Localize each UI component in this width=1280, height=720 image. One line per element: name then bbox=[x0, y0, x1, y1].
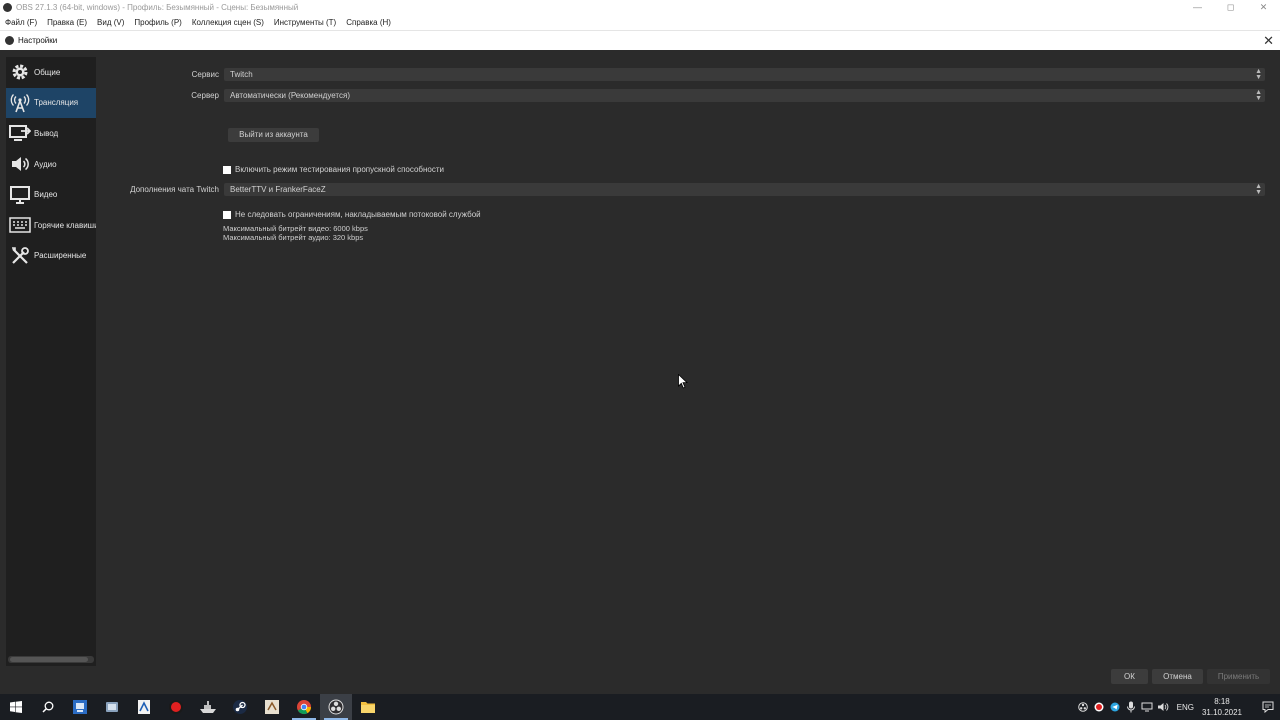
sidebar-item-output[interactable]: Вывод bbox=[6, 118, 96, 149]
gear-icon bbox=[9, 61, 31, 83]
checkbox-box[interactable] bbox=[223, 165, 231, 174]
chevron-updown-icon: ▲ ▼ bbox=[1255, 183, 1262, 196]
bandwidth-test-label: Включить режим тестирования пропускной с… bbox=[235, 165, 444, 174]
apply-button[interactable]: Применить bbox=[1207, 669, 1270, 684]
max-audio-bitrate: Максимальный битрейт аудио: 320 kbps bbox=[223, 233, 364, 242]
close-dialog-icon[interactable]: ✕ bbox=[1263, 33, 1274, 49]
sidebar-item-stream[interactable]: Трансляция bbox=[6, 87, 96, 119]
menu-profile[interactable]: Профиль (P) bbox=[134, 18, 181, 27]
folder-icon[interactable] bbox=[352, 694, 384, 720]
maximize-icon[interactable]: ◻ bbox=[1214, 0, 1247, 15]
ok-button[interactable]: ОК bbox=[1111, 669, 1148, 684]
menu-file[interactable]: Файл (F) bbox=[5, 18, 37, 27]
sidebar-scrollbar-thumb[interactable] bbox=[10, 657, 88, 662]
minimize-icon[interactable]: — bbox=[1181, 0, 1214, 15]
obs-tray-icon[interactable] bbox=[1075, 694, 1091, 720]
sidebar-item-label: Трансляция bbox=[34, 98, 79, 108]
sidebar-item-label: Видео bbox=[34, 190, 58, 200]
chat-addons-label: Дополнения чата Twitch bbox=[130, 185, 219, 194]
service-select-value: Twitch bbox=[230, 70, 253, 79]
speaker-icon bbox=[9, 153, 31, 175]
cancel-button[interactable]: Отмена bbox=[1152, 669, 1203, 684]
chevron-updown-icon: ▲ ▼ bbox=[1255, 89, 1262, 102]
obs-dialog-icon bbox=[5, 36, 14, 45]
sidebar-item-advanced[interactable]: Расширенные bbox=[6, 241, 96, 272]
max-video-bitrate: Максимальный битрейт видео: 6000 kbps bbox=[223, 224, 368, 233]
sidebar-item-hotkeys[interactable]: Горячие клавиши bbox=[6, 210, 96, 241]
monitor-icon bbox=[9, 184, 31, 206]
sidebar-item-label: Общие bbox=[34, 67, 61, 77]
sidebar-item-audio[interactable]: Аудио bbox=[6, 149, 96, 180]
volume-icon[interactable] bbox=[1155, 694, 1171, 720]
ship-icon[interactable] bbox=[192, 694, 224, 720]
sidebar-item-label: Аудио bbox=[34, 159, 57, 169]
chevron-updown-icon: ▲ ▼ bbox=[1255, 68, 1262, 81]
window-controls: — ◻ ✕ bbox=[1181, 0, 1280, 15]
sidebar-scrollbar[interactable] bbox=[8, 656, 94, 663]
sidebar-item-label: Расширенные bbox=[34, 251, 87, 261]
record-tray-icon[interactable] bbox=[1091, 694, 1107, 720]
ignore-limits-label: Не следовать ограничениям, накладываемым… bbox=[235, 210, 481, 219]
close-window-icon[interactable]: ✕ bbox=[1247, 0, 1280, 15]
tools-icon bbox=[9, 245, 31, 267]
app-icon-4[interactable] bbox=[256, 694, 288, 720]
bitrate-info: Максимальный битрейт видео: 6000 kbps Ма… bbox=[223, 224, 368, 242]
chat-addons-select[interactable]: BetterTTV и FrankerFaceZ ▲ ▼ bbox=[224, 183, 1265, 196]
sidebar-item-label: Горячие клавиши bbox=[34, 220, 96, 230]
menu-bar: Файл (F) Правка (E) Вид (V) Профиль (P) … bbox=[0, 15, 1280, 30]
service-label: Сервис bbox=[191, 70, 219, 79]
settings-sidebar: Общие Трансляция Вывод Аудио Видео Горяч… bbox=[6, 57, 96, 666]
search-icon[interactable] bbox=[32, 694, 64, 720]
system-tray: ENG 8:18 31.10.2021 bbox=[1075, 694, 1280, 720]
sidebar-item-video[interactable]: Видео bbox=[6, 179, 96, 210]
start-icon[interactable] bbox=[0, 694, 32, 720]
steam-icon[interactable] bbox=[224, 694, 256, 720]
menu-tools[interactable]: Инструменты (T) bbox=[274, 18, 336, 27]
checkbox-box[interactable] bbox=[223, 210, 231, 219]
obs-icon[interactable] bbox=[320, 694, 352, 720]
record-icon[interactable] bbox=[160, 694, 192, 720]
service-select[interactable]: Twitch ▲ ▼ bbox=[224, 68, 1265, 81]
window-title: OBS 27.1.3 (64-bit, windows) - Профиль: … bbox=[16, 3, 299, 12]
sidebar-item-general[interactable]: Общие bbox=[6, 57, 96, 88]
server-select-value: Автоматически (Рекомендуется) bbox=[230, 91, 350, 100]
server-label: Сервер bbox=[191, 91, 219, 100]
notification-icon[interactable] bbox=[1256, 694, 1280, 720]
app-icon-2[interactable] bbox=[96, 694, 128, 720]
menu-scene-collection[interactable]: Коллекция сцен (S) bbox=[192, 18, 264, 27]
clock-time: 8:18 bbox=[1214, 697, 1230, 706]
taskbar-clock[interactable]: 8:18 31.10.2021 bbox=[1202, 696, 1242, 718]
bandwidth-test-checkbox[interactable]: Включить режим тестирования пропускной с… bbox=[223, 165, 444, 174]
windows-taskbar: ENG 8:18 31.10.2021 bbox=[0, 694, 1280, 720]
app-icon-3[interactable] bbox=[128, 694, 160, 720]
keyboard-icon bbox=[9, 214, 31, 236]
obs-app-icon bbox=[3, 3, 12, 12]
broadcast-tower-icon bbox=[9, 92, 31, 114]
sidebar-item-label: Вывод bbox=[34, 128, 59, 138]
server-select[interactable]: Автоматически (Рекомендуется) ▲ ▼ bbox=[224, 89, 1265, 102]
menu-help[interactable]: Справка (H) bbox=[346, 18, 391, 27]
language-indicator[interactable]: ENG bbox=[1177, 703, 1194, 712]
dialog-title: Настройки bbox=[18, 36, 58, 45]
chat-addons-select-value: BetterTTV и FrankerFaceZ bbox=[230, 185, 326, 194]
ignore-limits-checkbox[interactable]: Не следовать ограничениям, накладываемым… bbox=[223, 210, 481, 219]
network-icon[interactable] bbox=[1139, 694, 1155, 720]
settings-dialog-titlebar: Настройки ✕ bbox=[0, 30, 1280, 50]
microphone-icon[interactable] bbox=[1123, 694, 1139, 720]
clock-date: 31.10.2021 bbox=[1201, 708, 1242, 717]
window-titlebar: OBS 27.1.3 (64-bit, windows) - Профиль: … bbox=[0, 0, 1280, 15]
menu-view[interactable]: Вид (V) bbox=[97, 18, 124, 27]
output-icon bbox=[9, 122, 31, 144]
app-icon-1[interactable] bbox=[64, 694, 96, 720]
logout-button[interactable]: Выйти из аккаунта bbox=[228, 128, 319, 142]
menu-edit[interactable]: Правка (E) bbox=[47, 18, 87, 27]
chrome-icon[interactable] bbox=[288, 694, 320, 720]
telegram-tray-icon[interactable] bbox=[1107, 694, 1123, 720]
